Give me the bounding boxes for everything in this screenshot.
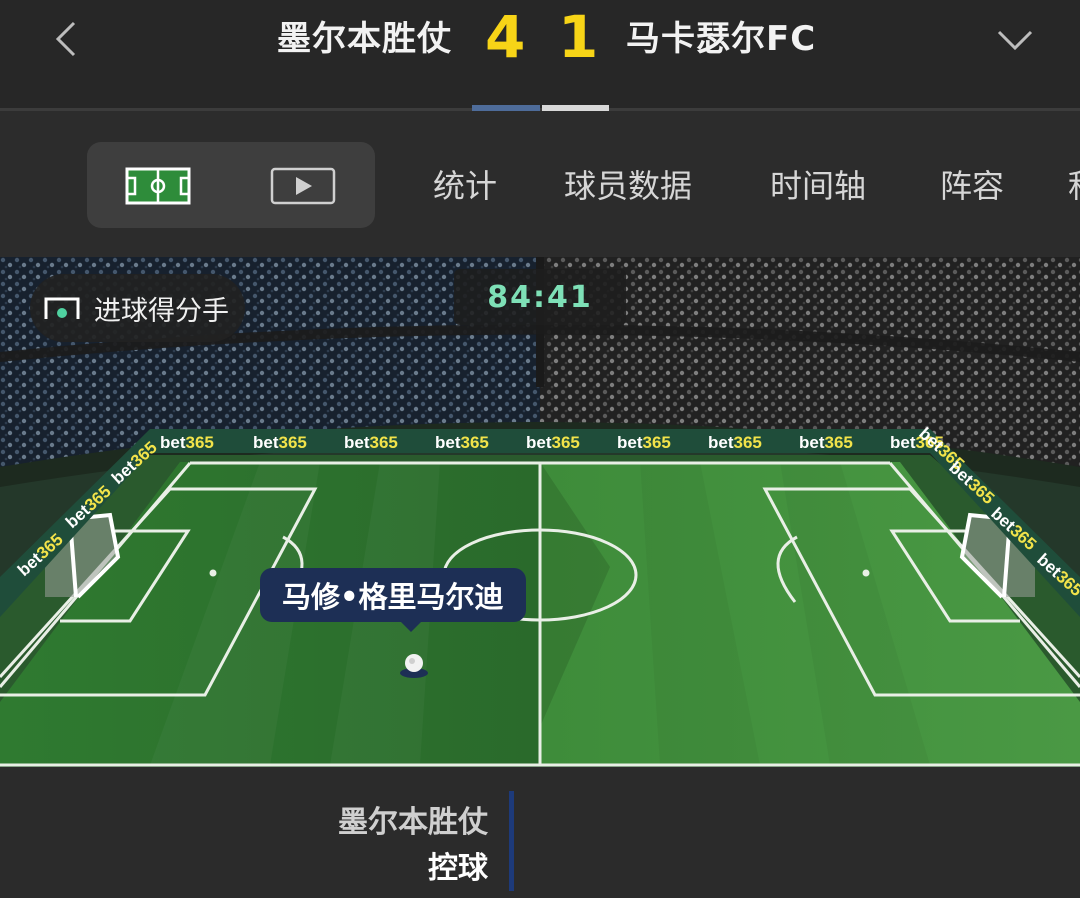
sponsor-board: bet365: [253, 433, 307, 452]
event-team-name: 墨尔本胜仗: [338, 805, 488, 840]
back-button[interactable]: [40, 14, 90, 64]
tab-timeline[interactable]: 时间轴: [770, 164, 866, 208]
goalscorer-chip-label: 进球得分手: [94, 295, 229, 327]
event-panel: 墨尔本胜仗 控球: [0, 767, 1080, 898]
tab-bar: 统计 球员数据 时间轴 阵容 积: [0, 111, 1080, 257]
chevron-left-icon: [55, 21, 76, 57]
pitch-view-button[interactable]: [125, 167, 191, 205]
sponsor-board: bet365: [617, 433, 671, 452]
video-view-button[interactable]: [270, 167, 336, 205]
tab-player-stats[interactable]: 球员数据: [564, 164, 692, 208]
sponsor-board: bet365: [526, 433, 580, 452]
event-team-indicator: [509, 791, 514, 891]
home-score: 4: [485, 3, 526, 71]
sponsor-board: bet365: [344, 433, 398, 452]
sponsor-board: bet365: [708, 433, 762, 452]
player-name-tag: 马修•格里马尔迪: [260, 568, 526, 622]
video-play-icon: [270, 167, 336, 205]
sponsor-board: bet365: [160, 433, 214, 452]
home-team-name: 墨尔本胜仗: [277, 19, 452, 59]
player-tag-pointer: [399, 620, 423, 632]
ball-icon: [400, 654, 428, 678]
goal-icon: [44, 297, 80, 319]
view-toggle: [87, 142, 375, 228]
away-score: 1: [558, 3, 599, 71]
match-header: 墨尔本胜仗 4 1 马卡瑟尔FC: [0, 0, 1080, 111]
expand-button[interactable]: [990, 14, 1040, 64]
tab-lineup[interactable]: 阵容: [940, 164, 1004, 208]
sponsor-board: bet365: [435, 433, 489, 452]
goalscorer-chip[interactable]: 进球得分手: [30, 274, 245, 342]
match-clock: 84:41: [454, 269, 626, 325]
tab-standings[interactable]: 积: [1068, 164, 1080, 208]
chevron-down-icon: [997, 30, 1033, 51]
event-action: 控球: [428, 851, 488, 886]
away-team-name: 马卡瑟尔FC: [626, 19, 817, 59]
tab-stats[interactable]: 统计: [433, 164, 497, 208]
pitch-view-icon: [125, 167, 191, 205]
sponsor-board: bet365: [799, 433, 853, 452]
